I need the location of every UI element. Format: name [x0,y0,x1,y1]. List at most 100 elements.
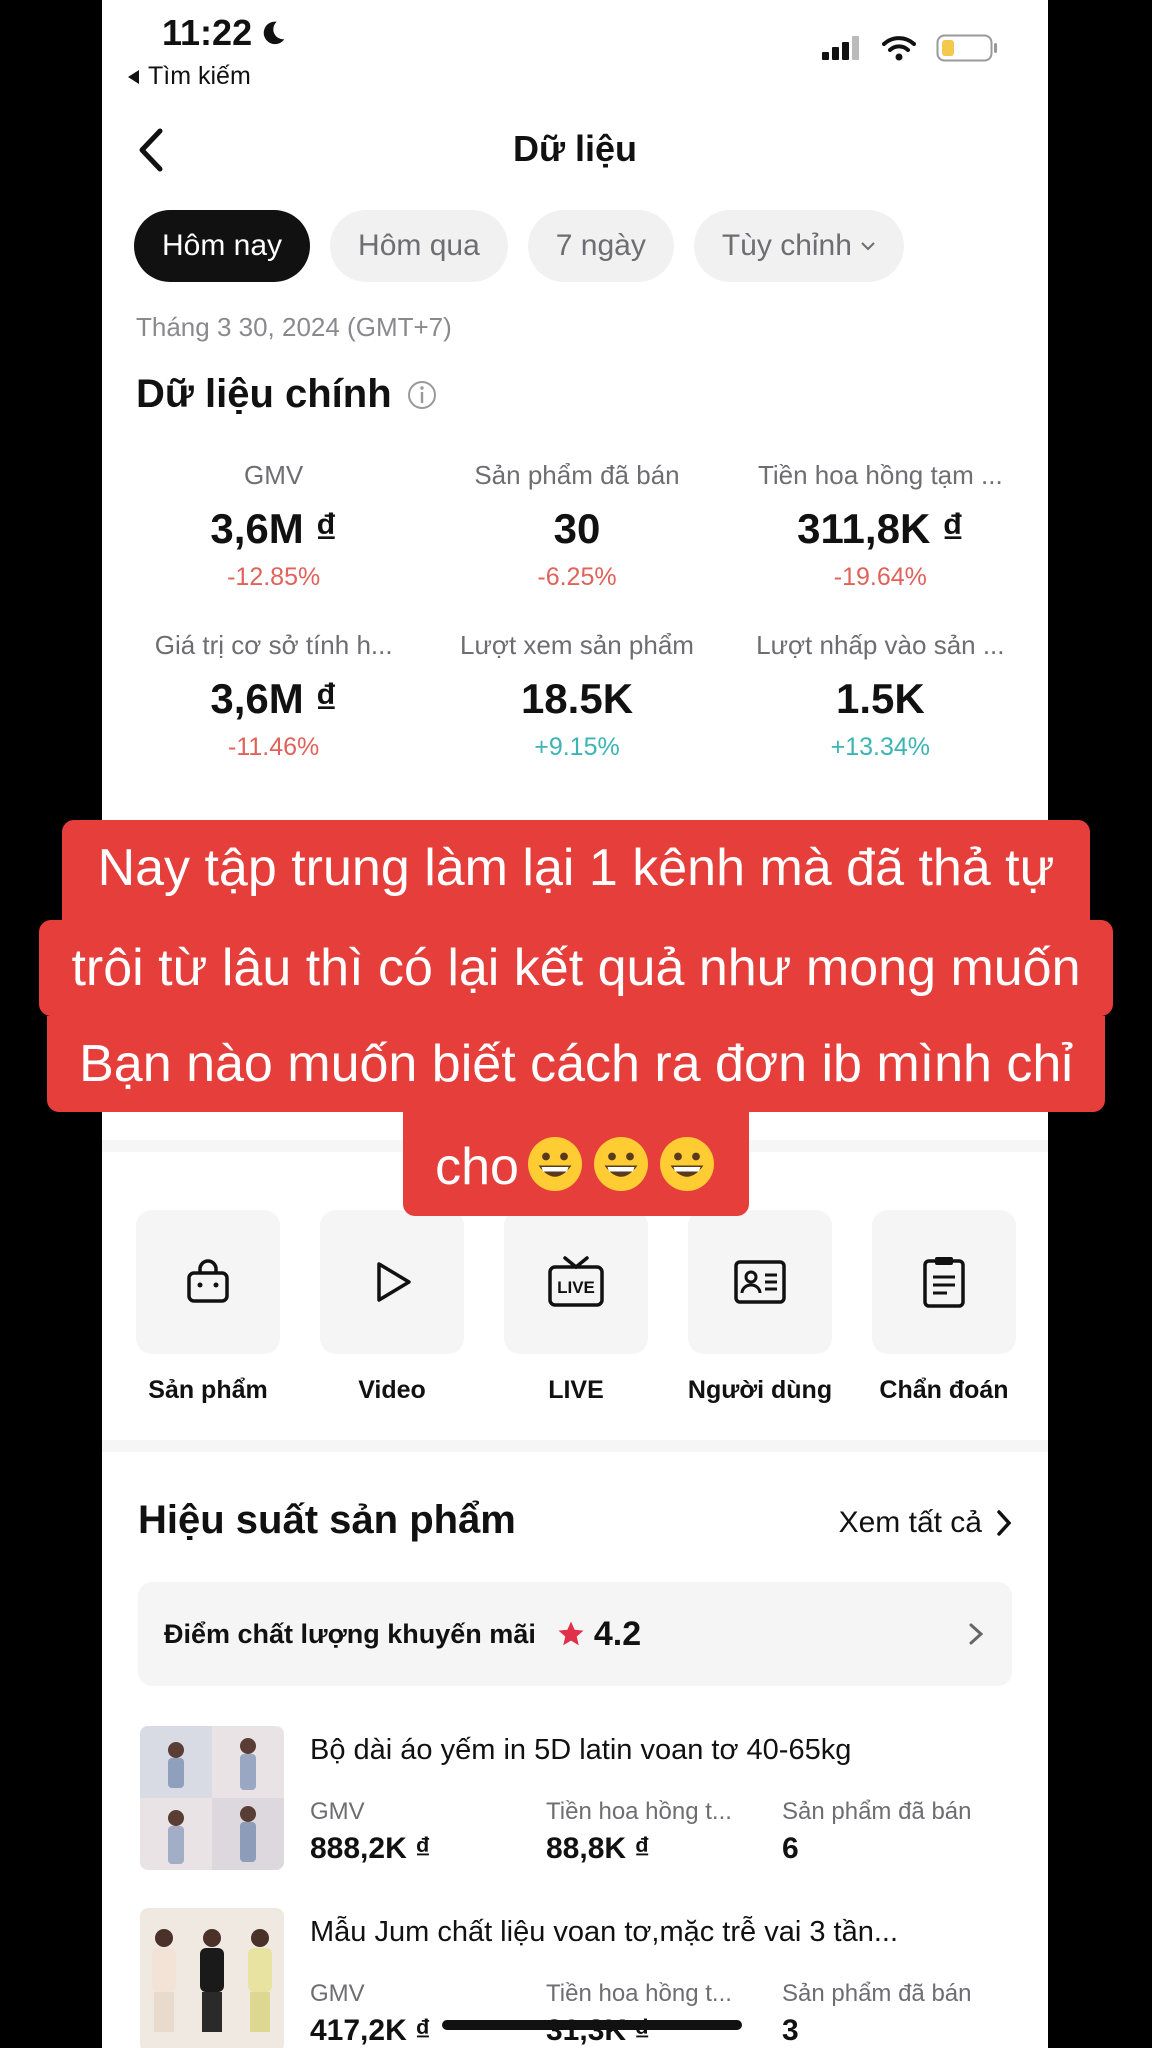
grinning-face-icon [593,1137,648,1191]
main-data-heading: Dữ liệu chính [136,372,438,417]
info-icon[interactable] [406,379,438,411]
view-all-link[interactable]: Xem tất cả [839,1506,1012,1540]
date-range-tabs: Hôm nay Hôm qua 7 ngày Tùy chỉnh [134,210,904,282]
caption-line-4-text: cho [435,1138,519,1196]
stat-label: Tiền hoa hồng t... [546,1980,732,2007]
product-stats: GMV 417,2K ₫ Tiền hoa hồng t... 31,3K ₫ … [310,1980,1018,2048]
product-row[interactable]: Bộ dài áo yếm in 5D latin voan tơ 40-65k… [140,1726,1020,1874]
stat-label: Tiền hoa hồng t... [546,1798,732,1825]
metric-change: +9.15% [534,733,620,761]
metric-products-sold[interactable]: Sản phẩm đã bán 30 -6.25% [425,460,728,592]
date-label: Tháng 3 30, 2024 (GMT+7) [136,312,452,342]
shortcut-box [320,1210,464,1354]
shortcut-box [136,1210,280,1354]
promo-quality-label: Điểm chất lượng khuyến mãi [164,1618,536,1649]
metric-label: Tiền hoa hồng tạm ... [757,460,1003,490]
product-thumbnail [140,1726,284,1870]
product-stat-gmv: GMV 888,2K ₫ [310,1798,546,1866]
metric-value: 1.5K [835,675,925,722]
product-photo [140,1726,284,1870]
product-thumbnail [140,1908,284,2048]
shortcut-label: LIVE [548,1376,604,1404]
metric-change: -12.85% [227,563,321,591]
shortcut-diagnosis[interactable]: Chẩn đoán [872,1210,1016,1405]
status-indicators [822,34,998,62]
metric-value: 30 [553,505,601,552]
chevron-down-icon [861,242,875,251]
metric-product-views[interactable]: Lượt xem sản phẩm 18.5K +9.15% [425,630,728,762]
clipboard-icon [923,1257,965,1308]
product-stat-commission: Tiền hoa hồng t... 88,8K ₫ [546,1798,782,1866]
shortcut-live[interactable]: LIVE LIVE [504,1210,648,1405]
caption-line-4: cho [403,1112,749,1216]
tab-today[interactable]: Hôm nay [134,210,311,282]
stat-value: 3 [782,2014,799,2047]
tab-custom-label: Tùy chỉnh [721,229,852,262]
home-indicator [442,2020,742,2030]
shortcut-users[interactable]: Người dùng [688,1210,832,1405]
grinning-face-icon [659,1137,714,1191]
product-photo [140,1908,284,2048]
stat-label: GMV [310,1798,365,1825]
shortcut-products[interactable]: Sản phẩm [136,1210,280,1405]
product-stats: GMV 888,2K ₫ Tiền hoa hồng t... 88,8K ₫ … [310,1798,1018,1866]
metric-value: 3,6M ₫ [210,505,337,552]
battery-icon [936,34,997,62]
metric-commission-base[interactable]: Giá trị cơ sở tính h... 3,6M ₫ -11.46% [122,630,425,762]
signal-icon [822,36,859,60]
stat-value: 88,8K ₫ [546,1832,650,1865]
stat-label: Sản phẩm đã bán [782,1798,972,1825]
shortcut-label: Sản phẩm [148,1376,268,1404]
metric-value: 3,6M ₫ [210,675,337,722]
promo-quality-score: 4.2 [593,1614,642,1653]
metric-value: 18.5K [520,675,634,722]
shortcut-label: Chẩn đoán [879,1376,1009,1404]
product-stat-gmv: GMV 417,2K ₫ [310,1980,546,2048]
play-icon [377,1262,411,1302]
shortcut-video[interactable]: Video [320,1210,464,1405]
status-time: 11:22 [162,12,288,54]
metric-label: Giá trị cơ sở tính h... [154,630,393,660]
back-to-search-link[interactable]: Tìm kiếm [126,62,251,91]
tab-yesterday-label: Hôm qua [358,229,480,262]
shortcut-box [688,1210,832,1354]
promo-quality-row[interactable]: Điểm chất lượng khuyến mãi 4.2 [138,1582,1012,1686]
stat-value: 888,2K ₫ [310,1832,431,1865]
tab-yesterday[interactable]: Hôm qua [330,210,508,282]
tab-custom[interactable]: Tùy chỉnh [693,210,904,282]
shopping-bag-icon [187,1259,229,1303]
product-performance-title: Hiệu suất sản phẩm [138,1498,516,1542]
stat-value: 6 [782,1832,799,1865]
caption-line-1: Nay tập trung làm lại 1 kênh mà đã thả t… [61,820,1091,920]
shortcut-label: Người dùng [687,1376,833,1404]
metric-change: -11.46% [228,733,320,761]
main-data-title: Dữ liệu chính [136,372,392,416]
metric-est-commission[interactable]: Tiền hoa hồng tạm ... 311,8K ₫ -19.64% [729,460,1032,592]
metric-change: -6.25% [537,563,617,591]
chevron-right-icon [997,1510,1012,1536]
back-triangle-icon [128,69,139,84]
grinning-face-icon [527,1137,582,1191]
status-time-text: 11:22 [162,12,253,53]
shortcut-box [872,1210,1016,1354]
caption-line-2: trôi từ lâu thì có lại kết quả như mong … [39,920,1113,1016]
view-all-label: Xem tất cả [838,1506,982,1539]
tab-7-days[interactable]: 7 ngày [527,210,674,282]
metric-value: 311,8K ₫ [797,505,964,552]
metric-label: Lượt nhấp vào sản ... [756,630,1005,660]
chevron-right-icon [969,1623,984,1645]
overlay-caption: Nay tập trung làm lại 1 kênh mà đã thả t… [0,820,1152,1216]
stat-label: Sản phẩm đã bán [782,1980,972,2007]
metric-change: -19.64% [833,563,927,591]
metric-label: Sản phẩm đã bán [474,460,680,490]
metric-gmv[interactable]: GMV 3,6M ₫ -12.85% [122,460,425,592]
metric-change: +13.34% [830,733,931,761]
shortcut-label: Video [358,1376,426,1404]
page-title: Dữ liệu [512,128,638,169]
metric-product-clicks[interactable]: Lượt nhấp vào sản ... 1.5K +13.34% [729,630,1032,762]
product-name: Bộ dài áo yếm in 5D latin voan tơ 40-65k… [310,1734,852,1766]
product-stat-commission: Tiền hoa hồng t... 31,3K ₫ [546,1980,782,2048]
back-to-search-label: Tìm kiếm [148,62,251,90]
shortcut-box: LIVE [504,1210,648,1354]
wifi-icon [882,36,916,61]
